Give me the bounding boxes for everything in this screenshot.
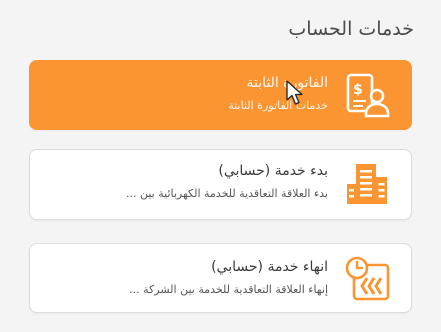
building-icon <box>345 162 391 212</box>
card-title: انهاء خدمة (حسابي) <box>211 259 328 275</box>
end-service-card[interactable]: انهاء خدمة (حسابي) إنهاء العلاقة التعاقد… <box>29 243 412 313</box>
svg-text:$: $ <box>353 82 363 98</box>
invoice-user-icon: $ <box>345 73 391 123</box>
card-subtitle: بدء العلاقة التعاقدية للخدمة الكهربائية … <box>125 187 328 200</box>
mouse-cursor-icon <box>286 80 304 110</box>
fixed-invoice-card[interactable]: $ الفاتورة الثابتة خدمات الفاتورة الثابت… <box>29 60 412 130</box>
card-title: بدء خدمة (حسابي) <box>218 163 328 179</box>
clock-arrows-icon <box>345 256 391 306</box>
section-title: خدمات الحساب <box>288 18 414 40</box>
card-subtitle: إنهاء العلاقة التعاقدية للخدمة بين الشرك… <box>129 283 328 296</box>
start-service-card[interactable]: بدء خدمة (حسابي) بدء العلاقة التعاقدية ل… <box>29 149 412 220</box>
